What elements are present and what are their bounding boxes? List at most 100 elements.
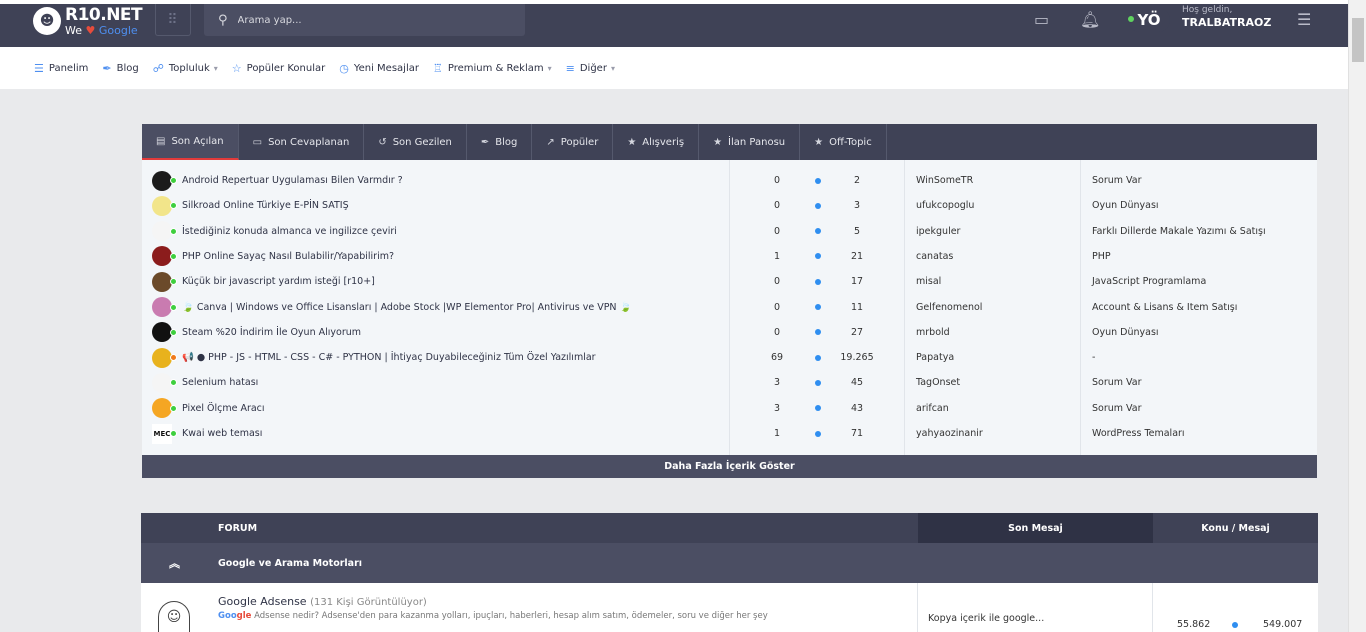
- tab-son-gezilen[interactable]: ↺ Son Gezilen: [364, 124, 467, 160]
- bell-icon[interactable]: 🔔︎: [1080, 10, 1100, 29]
- topic-forum[interactable]: -: [1092, 352, 1095, 363]
- topic-tabs: ▤ Son Açılan ▭ Son Cevaplanan ↺ Son Gezilen…: [142, 124, 1317, 160]
- scrollbar-thumb[interactable]: [1352, 18, 1364, 62]
- topic-row[interactable]: 📢 ● PHP - JS - HTML - CSS - C# - PYTHON …: [142, 345, 1317, 370]
- search-bar[interactable]: ⚲: [204, 4, 525, 36]
- topic-title[interactable]: Pixel Ölçme Aracı: [182, 403, 265, 414]
- topic-forum[interactable]: Oyun Dünyası: [1092, 327, 1159, 338]
- topic-row[interactable]: MEC Kwai web teması 1 71 yahyaozinanir WordPr…: [142, 421, 1317, 446]
- topic-row[interactable]: İstediğiniz konuda almanca ve ingilizce …: [142, 219, 1317, 244]
- show-more-button[interactable]: Daha Fazla İçerik Göster: [142, 455, 1317, 478]
- forum-row: ☺ Google Adsense (131 Kişi Görüntülüyor)…: [141, 583, 1318, 632]
- nav-yeni-mesajlar[interactable]: ◷ Yeni Mesajlar: [339, 62, 419, 75]
- topic-row[interactable]: 🍃 Canva | Windows ve Office Lisansları |…: [142, 295, 1317, 320]
- user-avatar[interactable]: [152, 322, 172, 343]
- reply-count: 3: [773, 402, 781, 414]
- messages-icon[interactable]: ▭: [1034, 10, 1049, 29]
- nav-premium-reklam[interactable]: ♖ Premium & Reklam ▾: [433, 62, 552, 75]
- topic-row[interactable]: PHP Online Sayaç Nasıl Bulabilir/Yapabil…: [142, 244, 1317, 269]
- topic-row[interactable]: Küçük bir javascript yardım isteği [r10+…: [142, 269, 1317, 294]
- topic-title[interactable]: Kwai web teması: [182, 428, 262, 439]
- topic-row[interactable]: Pixel Ölçme Aracı 3 43 arifcan Sorum Var: [142, 396, 1317, 421]
- reply-count: 0: [773, 276, 781, 288]
- reply-count: 0: [773, 175, 781, 186]
- page-scrollbar[interactable]: [1348, 0, 1366, 632]
- user-avatar[interactable]: [152, 195, 172, 216]
- topic-row[interactable]: Android Repertuar Uygulaması Bilen Varmd…: [142, 168, 1317, 193]
- nav-topluluk[interactable]: ☍ Topluluk ▾: [153, 62, 218, 75]
- separator-dot: [815, 278, 821, 285]
- topic-forum[interactable]: Account & Lisans & Item Satışı: [1092, 302, 1237, 313]
- tab-ilan-panosu[interactable]: ★ İlan Panosu: [699, 124, 801, 160]
- tab-blog[interactable]: ✒ Blog: [467, 124, 533, 160]
- topic-forum[interactable]: Sorum Var: [1092, 377, 1142, 388]
- topic-author[interactable]: misal: [916, 276, 941, 287]
- category-title[interactable]: Google ve Arama Motorları: [218, 558, 362, 569]
- topic-title[interactable]: İstediğiniz konuda almanca ve ingilizce …: [182, 226, 397, 237]
- topic-forum[interactable]: Farklı Dillerde Makale Yazımı & Satışı: [1092, 226, 1266, 237]
- user-avatar[interactable]: [152, 271, 172, 292]
- topic-title[interactable]: Selenium hatası: [182, 377, 258, 388]
- topic-forum[interactable]: Oyun Dünyası: [1092, 200, 1159, 211]
- grid-icon[interactable]: ⠿: [155, 4, 191, 36]
- nav-diger[interactable]: ≡ Diğer ▾: [566, 62, 615, 75]
- chevron-down-icon: ▾: [547, 63, 552, 73]
- topic-forum[interactable]: Sorum Var: [1092, 403, 1142, 414]
- topic-author[interactable]: Gelfenomenol: [916, 302, 982, 313]
- user-avatar[interactable]: [152, 221, 172, 242]
- user-avatar[interactable]: YÖ: [1128, 8, 1170, 32]
- nav-populer-konular[interactable]: ☆ Popüler Konular: [232, 62, 325, 75]
- topic-title[interactable]: Android Repertuar Uygulaması Bilen Varmd…: [182, 175, 403, 186]
- tab-off-topic[interactable]: ★ Off-Topic: [800, 124, 887, 160]
- topic-row[interactable]: Steam %20 İndirim İle Oyun Alıyorum 0 27 mr…: [142, 320, 1317, 345]
- tab-son-cevaplanan[interactable]: ▭ Son Cevaplanan: [239, 124, 365, 160]
- topic-author[interactable]: yahyaozinanir: [916, 428, 983, 439]
- reply-count: 0: [773, 225, 781, 237]
- topic-title[interactable]: Steam %20 İndirim İle Oyun Alıyorum: [182, 327, 361, 338]
- topic-author[interactable]: arifcan: [916, 403, 949, 414]
- topic-title[interactable]: Küçük bir javascript yardım isteği [r10+…: [182, 276, 375, 287]
- tab-son-acilan[interactable]: ▤ Son Açılan: [142, 124, 239, 160]
- user-avatar[interactable]: [152, 398, 172, 419]
- topic-forum[interactable]: WordPress Temaları: [1092, 428, 1185, 439]
- user-avatar[interactable]: [152, 372, 172, 393]
- status-dot: [170, 177, 177, 184]
- menu-settings-icon[interactable]: ☰: [1297, 10, 1311, 29]
- topic-forum[interactable]: Sorum Var: [1092, 175, 1142, 186]
- topic-author[interactable]: TagOnset: [916, 377, 960, 388]
- site-logo[interactable]: ☻ R10.NET We ♥ Google: [33, 4, 143, 38]
- status-dot: [170, 379, 177, 387]
- forum-name[interactable]: Google Adsense: [218, 595, 307, 608]
- topic-author[interactable]: ufukcopoglu: [916, 200, 974, 211]
- user-avatar[interactable]: MEC: [152, 423, 172, 444]
- welcome-block[interactable]: Hoş geldin, TRALBATRAOZ: [1182, 5, 1271, 30]
- user-avatar[interactable]: [152, 170, 172, 191]
- chevron-up-icon[interactable]: ︽: [169, 555, 180, 571]
- user-avatar[interactable]: [152, 297, 172, 317]
- topic-row[interactable]: Selenium hatası 3 45 TagOnset Sorum Var: [142, 370, 1317, 395]
- topic-author[interactable]: canatas: [916, 251, 953, 262]
- username[interactable]: TRALBATRAOZ: [1182, 16, 1271, 30]
- nav-panelim[interactable]: ☰ Panelim: [34, 62, 88, 75]
- topic-forum[interactable]: JavaScript Programlama: [1092, 276, 1206, 287]
- tab-populer[interactable]: ↗ Popüler: [532, 124, 614, 160]
- history-icon: ↺: [378, 136, 387, 148]
- forum-category[interactable]: ︽ Google ve Arama Motorları: [141, 543, 1318, 583]
- nav-blog[interactable]: ✒ Blog: [102, 62, 138, 75]
- topic-author[interactable]: WinSomeTR: [916, 175, 973, 186]
- topic-title[interactable]: 📢 ● PHP - JS - HTML - CSS - C# - PYTHON …: [182, 352, 596, 363]
- tab-alisveris[interactable]: ★ Alışveriş: [613, 124, 700, 160]
- topic-row[interactable]: Silkroad Online Türkiye E-PİN SATIŞ 0 3 ufu…: [142, 193, 1317, 218]
- last-message-link[interactable]: Kopya içerik ile google...: [928, 613, 1044, 624]
- topic-author[interactable]: mrbold: [916, 327, 950, 338]
- topic-title[interactable]: 🍃 Canva | Windows ve Office Lisansları |…: [182, 302, 631, 313]
- user-avatar[interactable]: [152, 347, 172, 368]
- topic-title[interactable]: PHP Online Sayaç Nasıl Bulabilir/Yapabil…: [182, 251, 394, 262]
- topic-forum[interactable]: PHP: [1092, 251, 1111, 262]
- topic-author[interactable]: ipekguler: [916, 226, 960, 237]
- search-input[interactable]: [237, 14, 498, 26]
- topic-author[interactable]: Papatya: [916, 352, 954, 363]
- user-avatar[interactable]: [152, 246, 172, 267]
- topic-title[interactable]: Silkroad Online Türkiye E-PİN SATIŞ: [182, 200, 349, 211]
- reply-count: 0: [773, 200, 781, 212]
